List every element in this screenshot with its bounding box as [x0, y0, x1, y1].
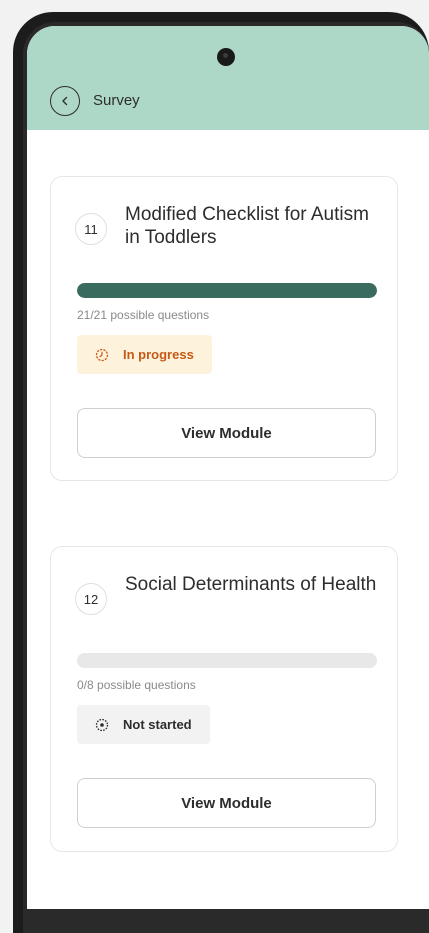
chevron-left-icon — [62, 96, 68, 106]
phone-frame: Survey 11 Modified Checklist for Autism … — [13, 12, 429, 933]
possible-questions-text: 21/21 possible questions — [77, 308, 210, 322]
phone-bezel: Survey 11 Modified Checklist for Autism … — [23, 22, 429, 933]
status-label: In progress — [123, 347, 194, 362]
module-title: Social Determinants of Health — [125, 574, 377, 595]
status-badge: In progress — [77, 335, 212, 374]
clock-icon — [95, 348, 109, 361]
progress-bar-fill — [77, 283, 377, 298]
progress-bar — [77, 653, 377, 668]
back-button[interactable] — [50, 86, 80, 116]
view-module-button[interactable]: View Module — [77, 408, 376, 458]
module-number-badge: 12 — [75, 583, 107, 615]
status-label: Not started — [123, 717, 192, 732]
app-header: Survey — [27, 26, 429, 130]
page-title: Survey — [93, 92, 140, 109]
progress-bar — [77, 283, 377, 298]
dotted-circle-icon — [95, 718, 109, 731]
view-module-button[interactable]: View Module — [77, 778, 376, 828]
possible-questions-text: 0/8 possible questions — [77, 678, 196, 692]
front-camera — [217, 48, 235, 66]
module-number-badge: 11 — [75, 213, 107, 245]
module-title: Modified Checklist for Autism in Toddler… — [125, 204, 369, 248]
status-badge: Not started — [77, 705, 210, 744]
app-screen: Survey 11 Modified Checklist for Autism … — [27, 26, 429, 909]
module-card: 12 Social Determinants of Health 0/8 pos… — [50, 546, 398, 852]
module-card: 11 Modified Checklist for Autism in Todd… — [50, 176, 398, 481]
